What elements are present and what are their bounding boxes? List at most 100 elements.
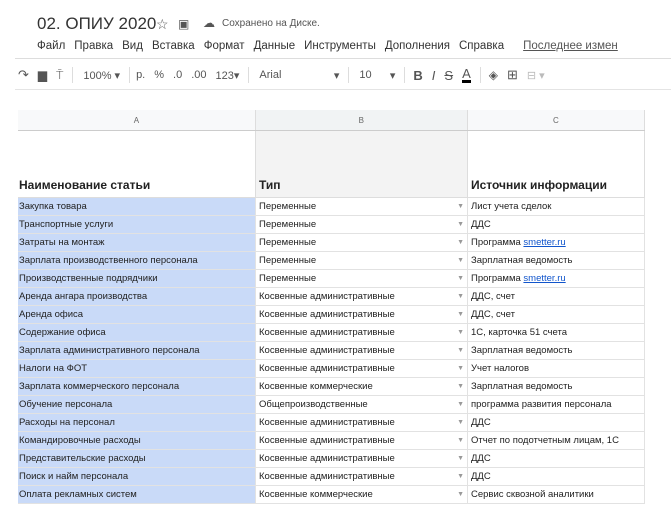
dropdown-arrow-icon[interactable]: ▼ <box>457 329 464 336</box>
zoom-select[interactable]: 100% ▾ <box>83 69 120 82</box>
cell-name[interactable]: Командировочные расходы <box>18 432 256 449</box>
cell-name[interactable]: Расходы на персонал <box>18 414 256 431</box>
menu-item[interactable]: Правка <box>74 40 113 52</box>
cell-name[interactable]: Содержание офиса <box>18 324 256 341</box>
more-formats-select[interactable]: 123▾ <box>216 69 240 82</box>
cell-type-dropdown[interactable]: Переменные ▼ <box>256 252 468 269</box>
dropdown-arrow-icon[interactable]: ▼ <box>457 275 464 282</box>
cell-source[interactable]: ДДС, счет <box>468 306 645 323</box>
cell-source[interactable]: 1С, карточка 51 счета <box>468 324 645 341</box>
font-select[interactable]: Arial ▾ <box>259 69 339 82</box>
cell-source[interactable]: Зарплатная ведомость <box>468 252 645 269</box>
decrease-decimal-button[interactable]: .0 <box>173 69 182 81</box>
dropdown-arrow-icon[interactable]: ▼ <box>457 239 464 246</box>
cell-source[interactable]: Лист учета сделок <box>468 198 645 215</box>
star-icon[interactable]: ☆ <box>156 16 169 33</box>
cell-source[interactable]: ДДС <box>468 216 645 233</box>
cell-name[interactable]: Зарплата административного персонала <box>18 342 256 359</box>
dropdown-arrow-icon[interactable]: ▼ <box>457 365 464 372</box>
move-folder-icon[interactable]: ▣ <box>178 17 189 31</box>
cell-source[interactable]: ДДС <box>468 450 645 467</box>
italic-button[interactable]: I <box>432 68 436 83</box>
currency-button[interactable]: р. <box>136 69 145 81</box>
menu-item[interactable]: Файл <box>37 40 65 52</box>
cell-source[interactable]: Сервис сквозной аналитики <box>468 486 645 503</box>
dropdown-arrow-icon[interactable]: ▼ <box>457 491 464 498</box>
cell-type-dropdown[interactable]: Переменные ▼ <box>256 234 468 251</box>
dropdown-arrow-icon[interactable]: ▼ <box>457 257 464 264</box>
cell-name[interactable]: Транспортные услуги <box>18 216 256 233</box>
cell-name[interactable]: Зарплата коммерческого персонала <box>18 378 256 395</box>
dropdown-arrow-icon[interactable]: ▼ <box>457 455 464 462</box>
header-cell[interactable]: Тип <box>256 131 468 197</box>
menu-item[interactable]: Дополнения <box>385 40 450 52</box>
cell-name[interactable]: Закупка товара <box>18 198 256 215</box>
cell-type-dropdown[interactable]: Переменные ▼ <box>256 216 468 233</box>
cell-type-dropdown[interactable]: Косвенные коммерческие ▼ <box>256 378 468 395</box>
dropdown-arrow-icon[interactable]: ▼ <box>457 419 464 426</box>
cell-name[interactable]: Аренда ангара производства <box>18 288 256 305</box>
cell-type-dropdown[interactable]: Косвенные административные ▼ <box>256 360 468 377</box>
column-header-b[interactable]: B <box>255 110 468 130</box>
cell-name[interactable]: Представительские расходы <box>18 450 256 467</box>
cell-type-dropdown[interactable]: Косвенные административные ▼ <box>256 468 468 485</box>
cell-source[interactable]: ДДС <box>468 414 645 431</box>
redo-icon[interactable]: ↷ <box>18 67 29 83</box>
cell-type-dropdown[interactable]: Косвенные административные ▼ <box>256 288 468 305</box>
cell-name[interactable]: Поиск и найм персонала <box>18 468 256 485</box>
cell-source[interactable]: Программа smetter.ru <box>468 234 645 251</box>
cell-link[interactable]: smetter.ru <box>523 237 565 248</box>
cell-name[interactable]: Затраты на монтаж <box>18 234 256 251</box>
text-color-button[interactable]: A <box>462 67 471 83</box>
cell-source[interactable]: Зарплатная ведомость <box>468 342 645 359</box>
dropdown-arrow-icon[interactable]: ▼ <box>457 383 464 390</box>
last-edit-link[interactable]: Последнее измен <box>523 40 618 52</box>
cell-type-dropdown[interactable]: Общепроизводственные ▼ <box>256 396 468 413</box>
cell-name[interactable]: Налоги на ФОТ <box>18 360 256 377</box>
cell-link[interactable]: smetter.ru <box>523 273 565 284</box>
menu-item[interactable]: Справка <box>459 40 504 52</box>
dropdown-arrow-icon[interactable]: ▼ <box>457 203 464 210</box>
dropdown-arrow-icon[interactable]: ▼ <box>457 401 464 408</box>
cell-name[interactable]: Зарплата производственного персонала <box>18 252 256 269</box>
cell-source[interactable]: Отчет по подотчетным лицам, 1С <box>468 432 645 449</box>
cell-source[interactable]: ДДС, счет <box>468 288 645 305</box>
borders-icon[interactable]: ⊞ <box>507 67 518 83</box>
paint-format-icon[interactable]: ⍑ <box>56 68 63 83</box>
cell-name[interactable]: Обучение персонала <box>18 396 256 413</box>
bold-button[interactable]: B <box>413 68 422 83</box>
cell-type-dropdown[interactable]: Переменные ▼ <box>256 270 468 287</box>
cell-source[interactable]: Программа smetter.ru <box>468 270 645 287</box>
font-size-select[interactable]: 10 ▾ <box>359 69 395 82</box>
cell-source[interactable]: Учет налогов <box>468 360 645 377</box>
menu-item[interactable]: Вставка <box>152 40 195 52</box>
cell-type-dropdown[interactable]: Переменные ▼ <box>256 198 468 215</box>
cell-source[interactable]: Зарплатная ведомость <box>468 378 645 395</box>
cell-name[interactable]: Производственные подрядчики <box>18 270 256 287</box>
cell-name[interactable]: Аренда офиса <box>18 306 256 323</box>
increase-decimal-button[interactable]: .00 <box>191 69 206 81</box>
cell-source[interactable]: ДДС <box>468 468 645 485</box>
dropdown-arrow-icon[interactable]: ▼ <box>457 473 464 480</box>
cell-type-dropdown[interactable]: Косвенные административные ▼ <box>256 432 468 449</box>
menu-item[interactable]: Формат <box>204 40 245 52</box>
print-icon[interactable]: ▆ <box>38 68 47 82</box>
cell-name[interactable]: Оплата рекламных систем <box>18 486 256 503</box>
cell-type-dropdown[interactable]: Косвенные административные ▼ <box>256 306 468 323</box>
dropdown-arrow-icon[interactable]: ▼ <box>457 347 464 354</box>
strikethrough-button[interactable]: S <box>444 68 453 83</box>
column-header-a[interactable]: A <box>18 110 256 130</box>
header-cell[interactable]: Источник информации <box>468 131 645 197</box>
menu-item[interactable]: Инструменты <box>304 40 376 52</box>
percent-button[interactable]: % <box>154 69 164 81</box>
cell-type-dropdown[interactable]: Косвенные административные ▼ <box>256 324 468 341</box>
cell-type-dropdown[interactable]: Косвенные административные ▼ <box>256 450 468 467</box>
cell-source[interactable]: программа развития персонала <box>468 396 645 413</box>
merge-cells-icon[interactable]: ⊟ ▾ <box>527 69 545 82</box>
cell-type-dropdown[interactable]: Косвенные административные ▼ <box>256 342 468 359</box>
column-header-c[interactable]: C <box>468 110 645 130</box>
fill-color-icon[interactable]: ◈ <box>489 68 498 82</box>
dropdown-arrow-icon[interactable]: ▼ <box>457 437 464 444</box>
document-title[interactable]: 02. ОПИУ 2020 <box>37 14 156 34</box>
menu-item[interactable]: Вид <box>122 40 143 52</box>
